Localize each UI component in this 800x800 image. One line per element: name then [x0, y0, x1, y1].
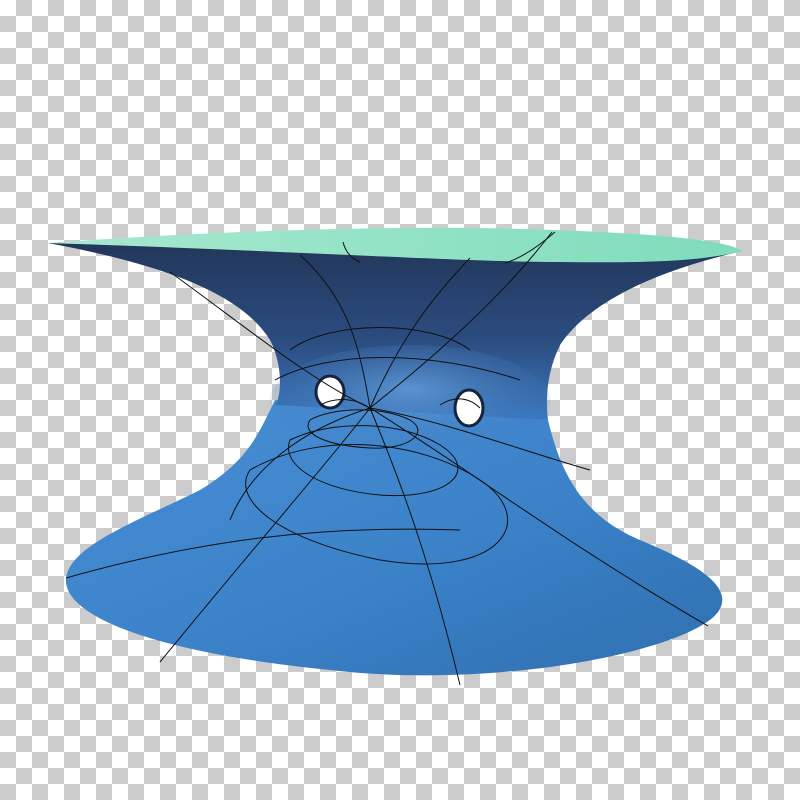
- right-hole: [453, 388, 485, 428]
- checkerboard-background: [0, 0, 800, 800]
- throat-highlight: [270, 345, 550, 455]
- minimal-surface-figure: [48, 227, 742, 686]
